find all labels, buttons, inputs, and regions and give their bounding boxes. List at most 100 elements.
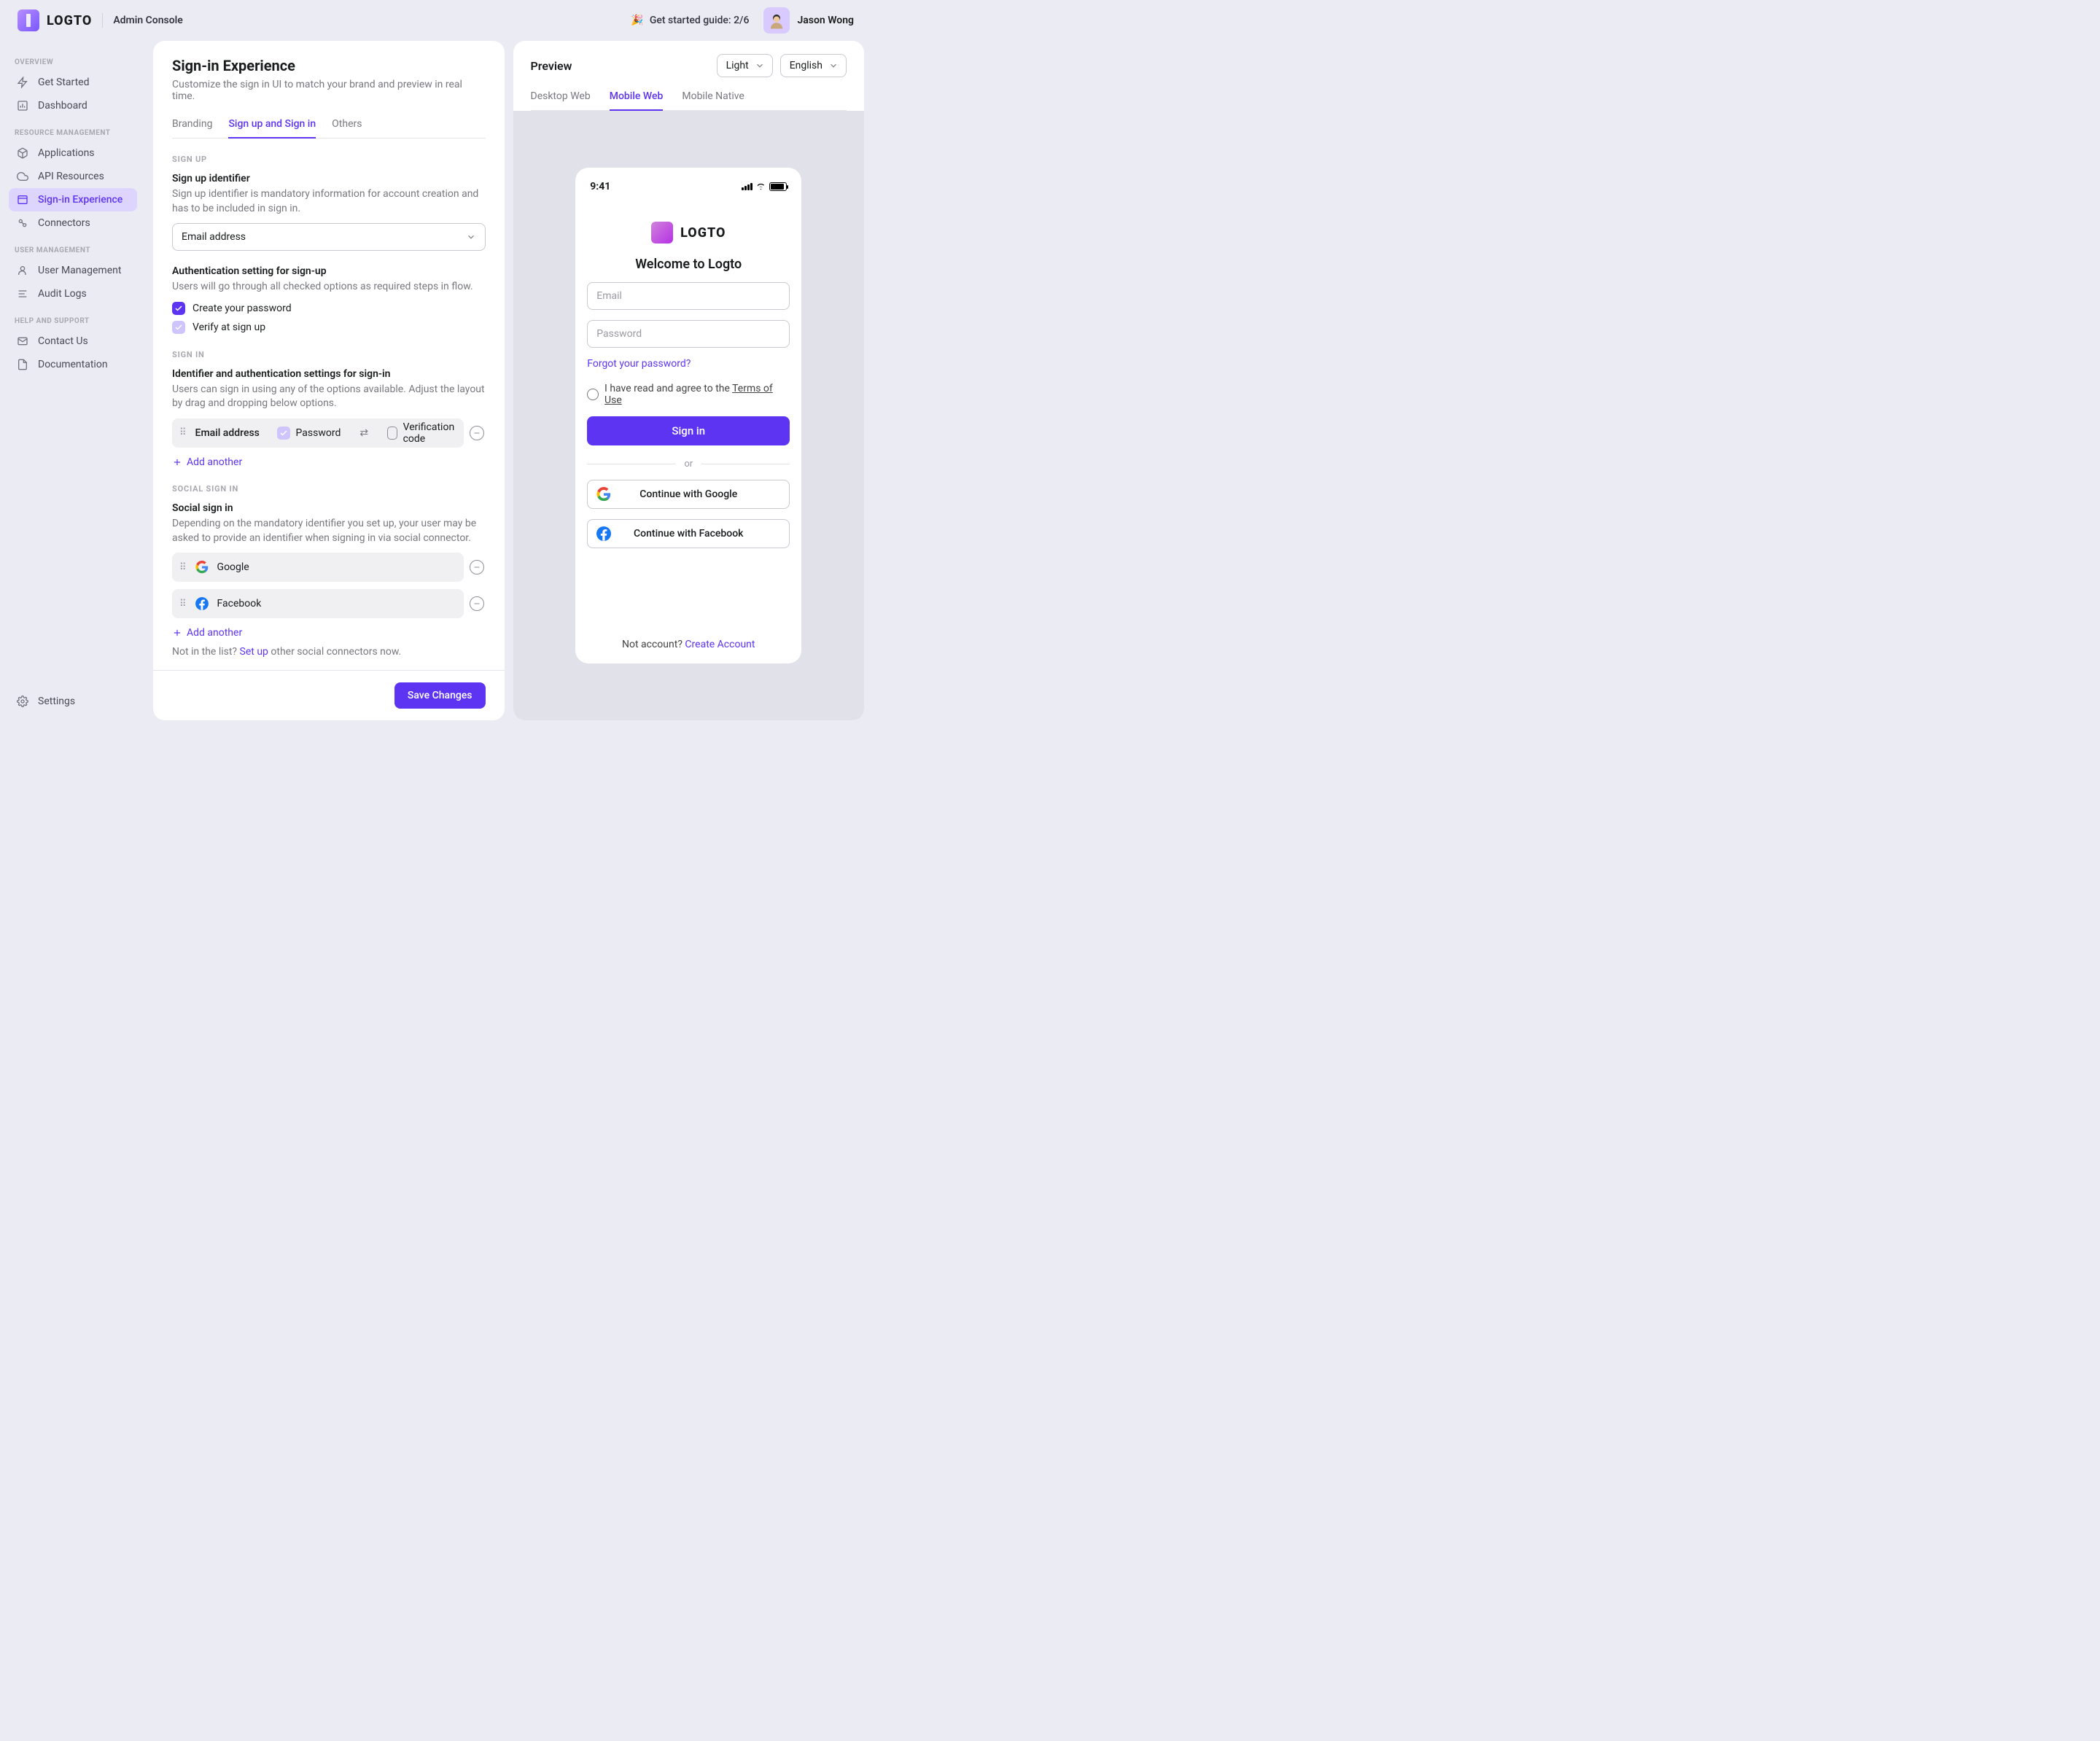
page-title: Sign-in Experience bbox=[172, 57, 486, 74]
sidebar-item-label: API Resources bbox=[38, 171, 104, 182]
sidebar-item-applications[interactable]: Applications bbox=[9, 141, 137, 165]
browser-icon bbox=[16, 193, 29, 206]
sidebar-item-contact-us[interactable]: Contact Us bbox=[9, 330, 137, 353]
avatar-illustration-icon bbox=[767, 11, 786, 30]
continue-google-button[interactable]: Continue with Google bbox=[587, 480, 790, 509]
tab-others[interactable]: Others bbox=[332, 118, 362, 138]
plus-icon bbox=[172, 457, 182, 467]
logo-mark-icon bbox=[18, 9, 39, 31]
chevron-down-icon bbox=[755, 61, 765, 71]
box-icon bbox=[16, 147, 29, 160]
checkbox-label: Verify at sign up bbox=[192, 322, 265, 333]
add-another-social-button[interactable]: Add another bbox=[172, 627, 486, 639]
remove-button[interactable] bbox=[470, 596, 484, 611]
sidebar-item-audit-logs[interactable]: Audit Logs bbox=[9, 282, 137, 305]
brand-name: LOGTO bbox=[47, 13, 92, 28]
tab-branding[interactable]: Branding bbox=[172, 118, 212, 138]
sidebar-item-sign-in-experience[interactable]: Sign-in Experience bbox=[9, 188, 137, 211]
gear-icon bbox=[16, 695, 29, 708]
language-select[interactable]: English bbox=[780, 54, 847, 77]
setup-link[interactable]: Set up bbox=[240, 646, 268, 658]
signin-button[interactable]: Sign in bbox=[587, 416, 790, 445]
sidebar-item-dashboard[interactable]: Dashboard bbox=[9, 94, 137, 117]
sidebar-item-label: Applications bbox=[38, 147, 95, 159]
section-social-label: SOCIAL SIGN IN bbox=[172, 484, 486, 494]
forgot-password-link[interactable]: Forgot your password? bbox=[587, 358, 790, 370]
signal-icon bbox=[742, 183, 752, 190]
remove-button[interactable] bbox=[470, 560, 484, 575]
sidebar-item-user-management[interactable]: User Management bbox=[9, 259, 137, 282]
or-divider: or bbox=[587, 459, 790, 470]
brand-logo[interactable]: LOGTO bbox=[18, 9, 92, 31]
sidebar-item-settings[interactable]: Settings bbox=[9, 690, 137, 713]
save-changes-button[interactable]: Save Changes bbox=[394, 682, 486, 709]
signup-identifier-select[interactable]: Email address bbox=[172, 223, 486, 251]
add-another-signin-button[interactable]: Add another bbox=[172, 456, 486, 468]
facebook-icon bbox=[596, 526, 611, 541]
auth-setting-desc: Users will go through all checked option… bbox=[172, 280, 486, 295]
console-label: Admin Console bbox=[113, 15, 183, 26]
password-input[interactable]: Password bbox=[587, 320, 790, 348]
theme-select[interactable]: Light bbox=[717, 54, 773, 77]
drag-handle-icon[interactable]: ⠿ bbox=[179, 599, 187, 609]
plus-icon bbox=[172, 628, 182, 638]
sidebar-item-label: Documentation bbox=[38, 359, 108, 370]
preview-brand: LOGTO bbox=[680, 225, 726, 241]
preview-tab-desktop-web[interactable]: Desktop Web bbox=[531, 90, 591, 110]
bolt-icon bbox=[16, 76, 29, 89]
file-icon bbox=[16, 358, 29, 371]
continue-facebook-button[interactable]: Continue with Facebook bbox=[587, 519, 790, 548]
drag-handle-icon[interactable]: ⠿ bbox=[179, 562, 187, 573]
sidebar-item-connectors[interactable]: Connectors bbox=[9, 211, 137, 235]
preview-tab-mobile-native[interactable]: Mobile Native bbox=[682, 90, 744, 110]
terms-row[interactable]: I have read and agree to the Terms of Us… bbox=[587, 383, 790, 406]
social-button-label: Continue with Google bbox=[639, 488, 737, 500]
wifi-icon bbox=[755, 183, 766, 191]
google-icon bbox=[195, 561, 209, 574]
signin-method-row[interactable]: ⠿ Email address Password ⇄ Verification … bbox=[172, 418, 464, 448]
preview-title: Preview bbox=[531, 59, 572, 73]
sidebar-item-label: Audit Logs bbox=[38, 288, 87, 300]
checkbox-checked-icon bbox=[172, 321, 185, 334]
select-value: English bbox=[790, 60, 822, 71]
drag-handle-icon[interactable]: ⠿ bbox=[179, 427, 187, 438]
get-started-guide-link[interactable]: 🎉 Get started guide: 2/6 bbox=[631, 15, 749, 26]
bar-chart-icon bbox=[16, 99, 29, 112]
social-provider-name: Facebook bbox=[217, 598, 262, 609]
email-input[interactable]: Email bbox=[587, 282, 790, 310]
checkbox-unchecked-icon[interactable] bbox=[387, 427, 397, 440]
settings-tabs: Branding Sign up and Sign in Others bbox=[172, 118, 486, 139]
sidebar-group-user: USER MANAGEMENT bbox=[15, 246, 131, 254]
sidebar-group-help: HELP AND SUPPORT bbox=[15, 317, 131, 325]
avatar[interactable] bbox=[763, 7, 790, 34]
social-button-label: Continue with Facebook bbox=[634, 528, 743, 540]
social-title: Social sign in bbox=[172, 502, 486, 514]
social-row-google[interactable]: ⠿ Google bbox=[172, 553, 464, 582]
sidebar-item-documentation[interactable]: Documentation bbox=[9, 353, 137, 376]
sidebar-item-label: Dashboard bbox=[38, 100, 88, 112]
remove-button[interactable] bbox=[470, 426, 484, 440]
sidebar-item-api-resources[interactable]: API Resources bbox=[9, 165, 137, 188]
section-signin-label: SIGN IN bbox=[172, 350, 486, 359]
welcome-heading: Welcome to Logto bbox=[635, 257, 742, 272]
checkbox-verify-at-signup[interactable]: Verify at sign up bbox=[172, 321, 486, 334]
social-row-facebook[interactable]: ⠿ Facebook bbox=[172, 589, 464, 618]
card-footer: Save Changes bbox=[153, 670, 505, 720]
page-subtitle: Customize the sign in UI to match your b… bbox=[172, 79, 486, 102]
sidebar-item-get-started[interactable]: Get Started bbox=[9, 71, 137, 94]
settings-card: Sign-in Experience Customize the sign in… bbox=[153, 41, 505, 720]
sidebar-item-label: Sign-in Experience bbox=[38, 194, 122, 206]
vertical-divider bbox=[102, 13, 103, 28]
checkbox-create-password[interactable]: Create your password bbox=[172, 302, 486, 315]
preview-tab-mobile-web[interactable]: Mobile Web bbox=[610, 90, 664, 111]
mail-icon bbox=[16, 335, 29, 348]
add-link-label: Add another bbox=[187, 456, 242, 468]
chevron-down-icon bbox=[466, 232, 476, 242]
select-value: Light bbox=[726, 60, 749, 71]
tab-signup-signin[interactable]: Sign up and Sign in bbox=[228, 118, 316, 139]
user-icon bbox=[16, 264, 29, 277]
create-account-link[interactable]: Create Account bbox=[685, 639, 755, 650]
preview-canvas: 9:41 LOGTO Welco bbox=[513, 111, 865, 720]
checkbox-checked-icon bbox=[172, 302, 185, 315]
swap-icon[interactable]: ⇄ bbox=[359, 427, 368, 439]
